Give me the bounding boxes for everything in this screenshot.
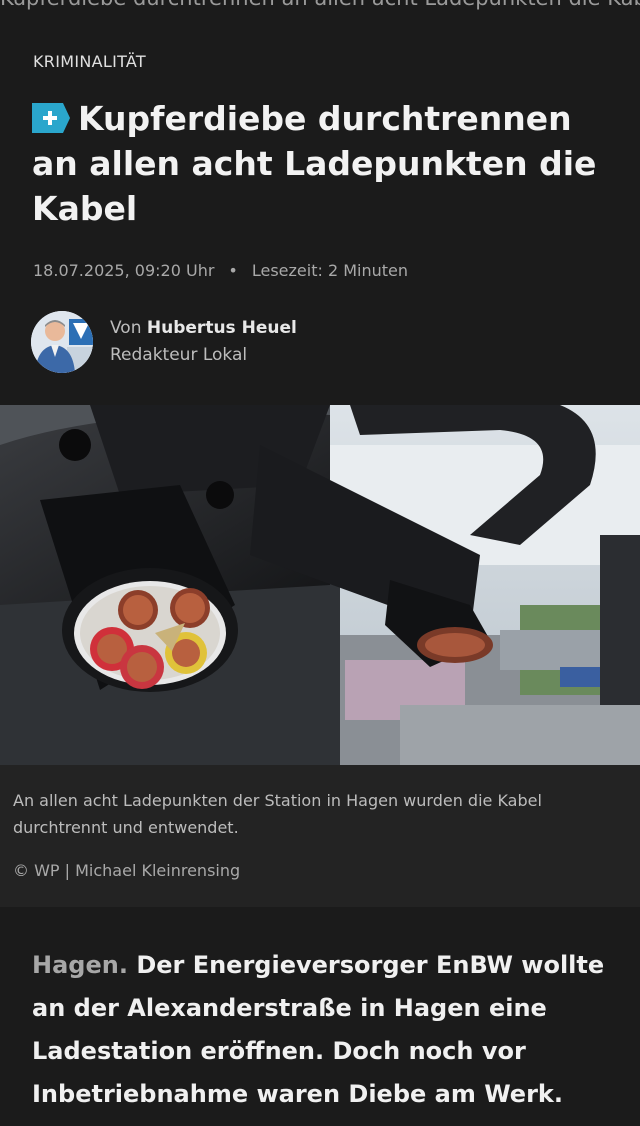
image-caption-box: An allen acht Ladepunkten der Station in… [0,765,640,907]
lead-place: Hagen. [32,951,128,979]
article-lead: Hagen. Der Energieversorger EnBW wollte … [32,944,622,1116]
author-role: Redakteur Lokal [110,345,248,365]
author-avatar[interactable] [31,311,93,373]
author-name[interactable]: Hubertus Heuel [147,318,297,338]
author-prefix: Von [110,318,142,338]
plus-badge-icon [32,103,70,133]
headline-text: Kupferdiebe durchtrennen an allen acht L… [32,99,597,228]
article-hero-image[interactable] [0,405,640,765]
article-meta: 18.07.2025, 09:20 Uhr • Lesezeit: 2 Minute… [33,261,408,280]
category-label[interactable]: KRIMINALITÄT [33,52,146,71]
image-caption: An allen acht Ladepunkten der Station in… [13,791,542,837]
previous-headline-fragment: Kupferdiebe durchtrennen an allen acht L… [0,0,640,10]
image-credit: © WP | Michael Kleinrensing [13,861,241,880]
meta-separator: • [228,261,238,280]
author-block[interactable]: Von Hubertus Heuel Redakteur Lokal [31,311,611,375]
publish-date: 18.07.2025, 09:20 Uhr [33,261,215,280]
author-byline: Von Hubertus Heuel [110,318,297,338]
article-headline: Kupferdiebe durchtrennen an allen acht L… [32,96,622,231]
reading-time: Lesezeit: 2 Minuten [251,261,408,280]
